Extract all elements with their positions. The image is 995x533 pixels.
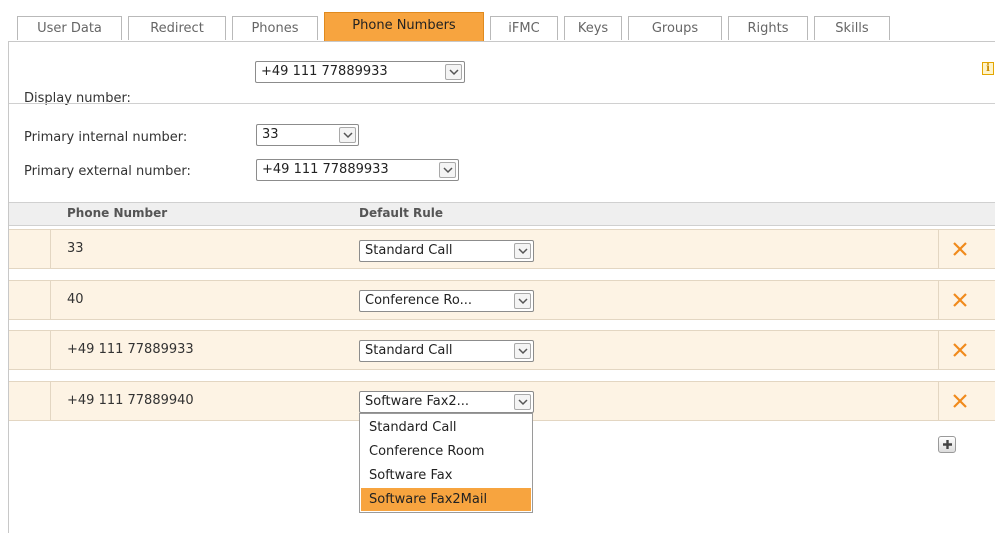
row-separator: [938, 331, 939, 369]
add-phone-number-button[interactable]: [938, 436, 956, 453]
tab-keys[interactable]: Keys: [564, 16, 622, 40]
row-gutter: [9, 230, 51, 268]
tab-phones[interactable]: Phones: [232, 16, 318, 40]
phone-number: 40: [67, 292, 84, 307]
close-icon[interactable]: [950, 391, 970, 411]
table-header: Phone Number Default Rule: [9, 202, 995, 226]
primary-internal-label: Primary internal number:: [24, 130, 188, 145]
chevron-down-icon: [439, 162, 456, 178]
row-gutter: [9, 331, 51, 369]
default-rule-select[interactable]: Standard Call: [359, 340, 534, 362]
primary-internal-value: 33: [262, 127, 279, 142]
default-rule-value: Software Fax2...: [365, 394, 470, 409]
row-separator: [938, 230, 939, 268]
section-divider: [9, 103, 995, 104]
chevron-down-icon: [339, 127, 356, 143]
phone-number: 33: [67, 241, 84, 256]
column-header-default-rule: Default Rule: [359, 206, 444, 220]
close-icon[interactable]: [950, 239, 970, 259]
display-number-select[interactable]: +49 111 77889933: [255, 61, 465, 83]
tab-groups[interactable]: Groups: [628, 16, 722, 40]
dropdown-option-software-fax2mail[interactable]: Software Fax2Mail: [361, 488, 531, 511]
tab-skills[interactable]: Skills: [814, 16, 890, 40]
phone-number: +49 111 77889940: [67, 393, 194, 408]
dropdown-option-software-fax[interactable]: Software Fax: [361, 464, 531, 487]
chevron-down-icon: [514, 293, 531, 309]
default-rule-value: Conference Ro...: [365, 293, 472, 308]
default-rule-value: Standard Call: [365, 243, 453, 258]
tab-user-data[interactable]: User Data: [17, 16, 122, 40]
row-separator: [938, 281, 939, 319]
chevron-down-icon: [514, 243, 531, 259]
tab-rights[interactable]: Rights: [728, 16, 808, 40]
default-rule-select[interactable]: Conference Ro...: [359, 290, 534, 312]
table-row: +49 111 77889933 Standard Call: [9, 330, 995, 370]
tab-phone-numbers[interactable]: Phone Numbers: [324, 12, 484, 42]
dropdown-option-standard-call[interactable]: Standard Call: [361, 416, 531, 439]
primary-external-select[interactable]: +49 111 77889933: [256, 159, 459, 181]
primary-external-value: +49 111 77889933: [262, 162, 389, 177]
close-icon[interactable]: [950, 340, 970, 360]
display-number-value: +49 111 77889933: [261, 64, 388, 79]
primary-internal-select[interactable]: 33: [256, 124, 359, 146]
default-rule-value: Standard Call: [365, 343, 453, 358]
primary-external-label: Primary external number:: [24, 164, 191, 179]
tab-bar: User Data Redirect Phones Phone Numbers …: [0, 0, 995, 42]
row-gutter: [9, 382, 51, 420]
chevron-down-icon: [514, 394, 531, 410]
phone-number: +49 111 77889933: [67, 342, 194, 357]
dropdown-option-conference-room[interactable]: Conference Room: [361, 440, 531, 463]
info-icon[interactable]: i: [982, 62, 994, 75]
table-row: 33 Standard Call: [9, 229, 995, 269]
chevron-down-icon: [514, 343, 531, 359]
default-rule-select[interactable]: Standard Call: [359, 240, 534, 262]
default-rule-select[interactable]: Software Fax2...: [359, 391, 534, 413]
row-gutter: [9, 281, 51, 319]
tab-redirect[interactable]: Redirect: [128, 16, 226, 40]
phone-numbers-panel: Display number: +49 111 77889933 i Prima…: [8, 42, 995, 533]
default-rule-dropdown-list: Standard Call Conference Room Software F…: [359, 413, 533, 513]
column-header-phone-number: Phone Number: [67, 206, 168, 220]
row-separator: [938, 382, 939, 420]
close-icon[interactable]: [950, 290, 970, 310]
tab-ifmc[interactable]: iFMC: [490, 16, 558, 40]
table-row: 40 Conference Ro...: [9, 280, 995, 320]
chevron-down-icon: [445, 64, 462, 80]
